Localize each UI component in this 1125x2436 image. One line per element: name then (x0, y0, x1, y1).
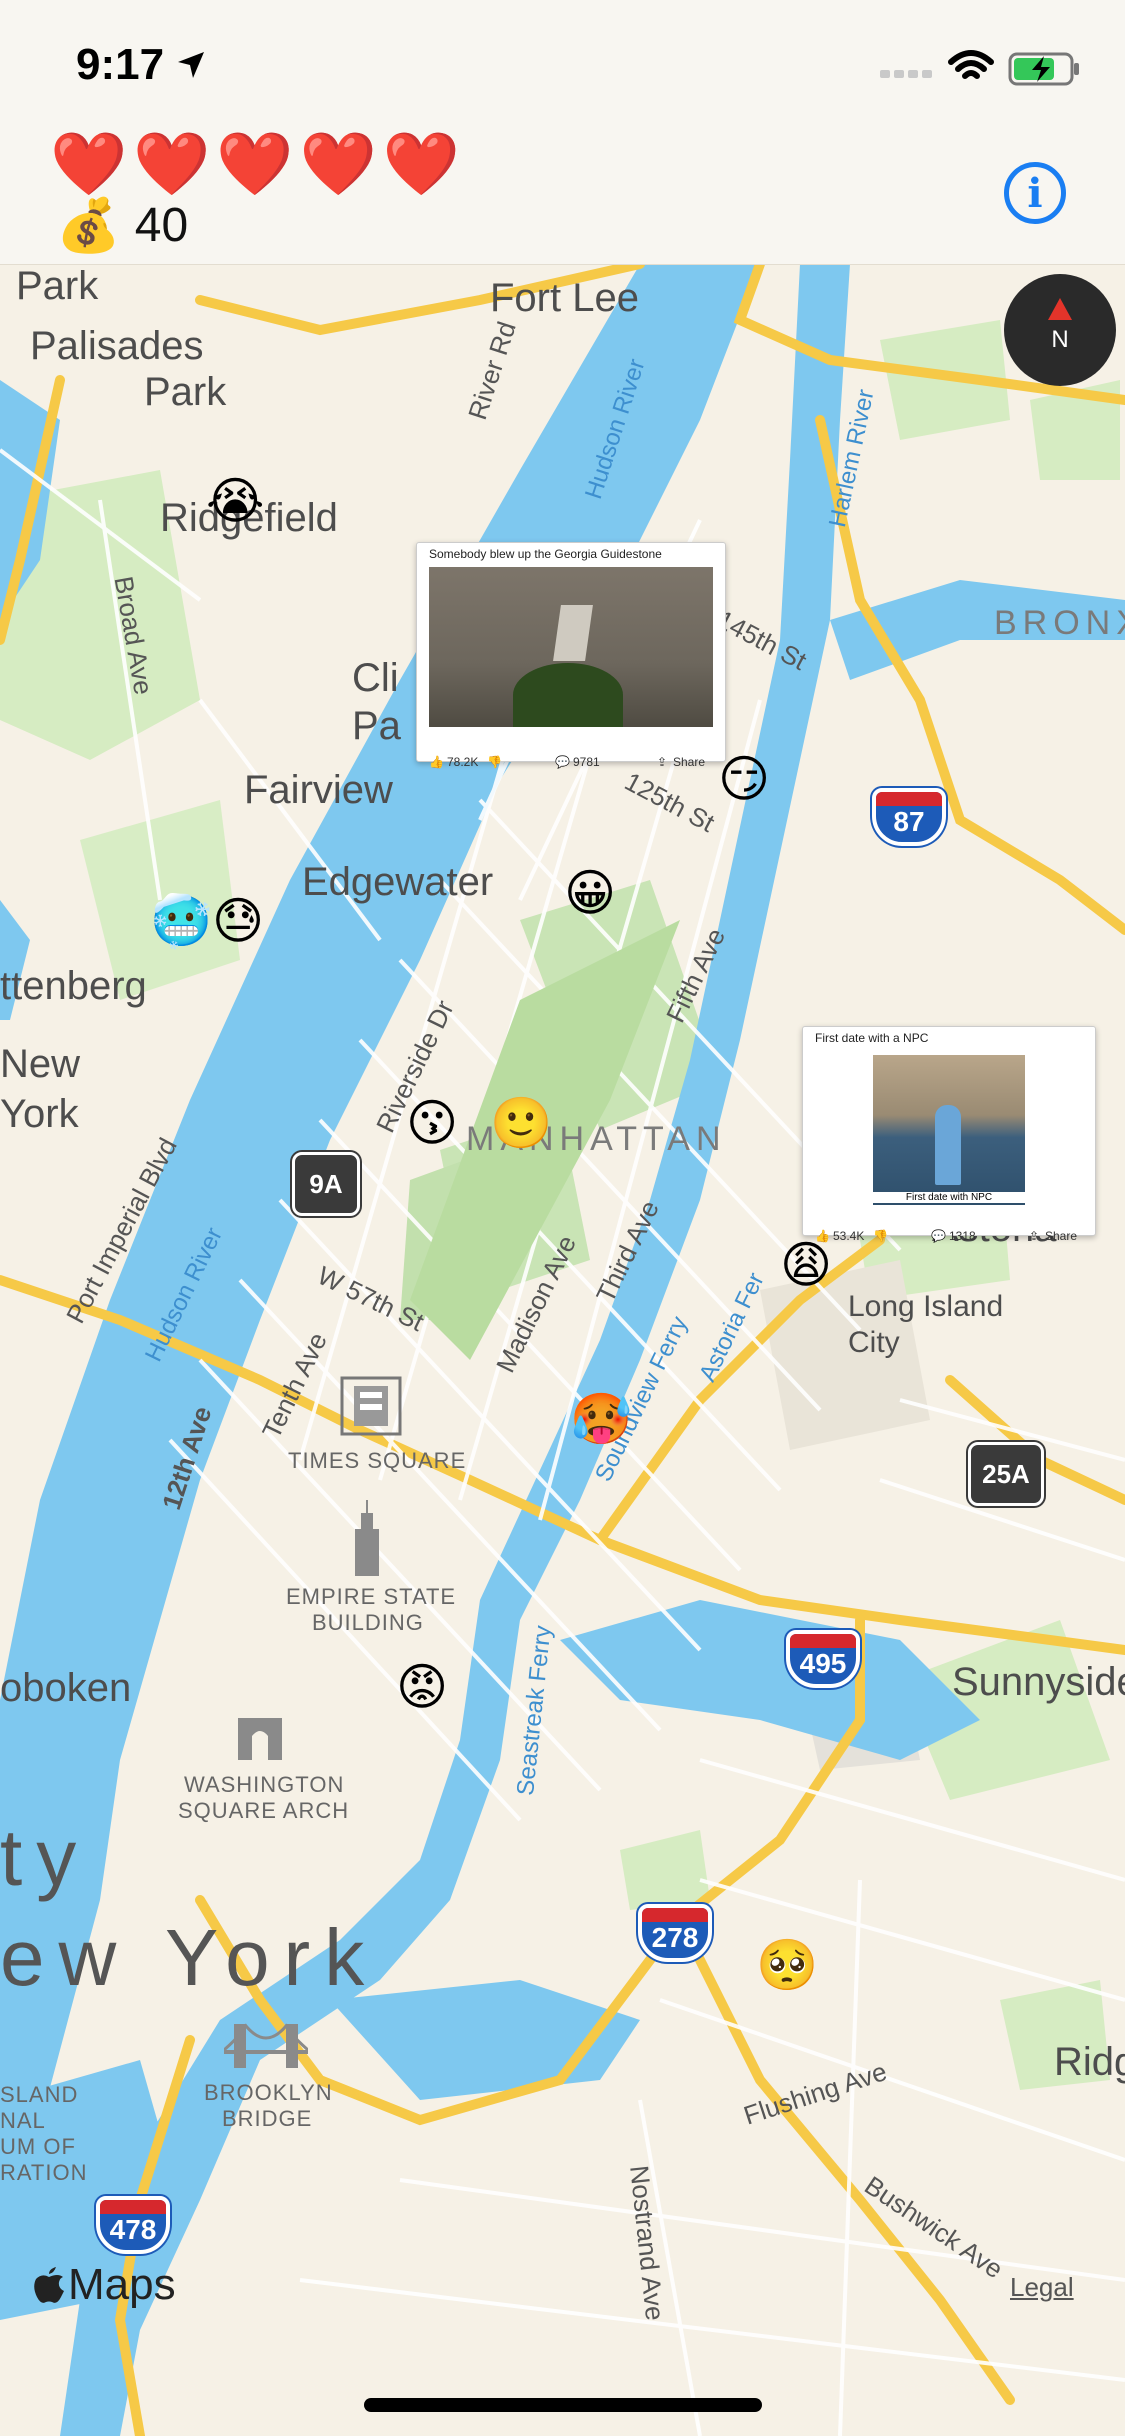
map-label: WASHINGTON (184, 1772, 345, 1797)
battery-charging-icon (1008, 52, 1079, 86)
map-label: UM OF (0, 2134, 76, 2159)
washington-arch-icon (238, 1718, 282, 1760)
emoji-marker[interactable]: 🙂 (490, 1098, 552, 1148)
map-label: Fairview (244, 768, 393, 812)
maps-label: Maps (68, 2260, 176, 2309)
map-label: Cli (352, 656, 399, 700)
emoji-marker[interactable]: 😭 (206, 476, 264, 526)
map-label: BRIDGE (222, 2106, 313, 2131)
comment-icon[interactable]: 💬 (555, 755, 570, 769)
map-label: SLAND (0, 2082, 79, 2107)
dislike-icon[interactable]: 👎 (873, 1229, 888, 1243)
wifi-icon (948, 50, 994, 79)
post-title: First date with a NPC (815, 1031, 929, 1045)
map-label: York (0, 1092, 79, 1136)
map-label: Edgewater (302, 860, 494, 904)
share-button[interactable]: Share (673, 755, 705, 769)
heart-icon: ❤️ (133, 130, 211, 199)
like-count: 53.4K (833, 1229, 865, 1243)
like-icon[interactable]: 👍 (815, 1229, 830, 1243)
status-bar: 9:17 (0, 0, 1125, 130)
share-button[interactable]: Share (1045, 1229, 1077, 1243)
apple-logo-icon (34, 2267, 64, 2303)
interstate-87-shield: 87 (872, 788, 946, 846)
map-label: ew York (0, 1913, 379, 2002)
map-view[interactable]: Park Fort Lee Palisades Park Ridgefield … (0, 264, 1125, 2436)
interstate-278-shield: 278 (638, 1904, 712, 1962)
route-25a-shield: 25A (968, 1442, 1044, 1506)
route-9a-shield: 9A (292, 1152, 360, 1216)
map-label: BROOKLYN (204, 2080, 333, 2105)
post-card[interactable]: Somebody blew up the Georgia Guidestone … (416, 542, 726, 769)
interstate-495-shield: 495 (786, 1630, 860, 1688)
compass-button[interactable]: N (1004, 274, 1116, 386)
map-label: Ridg (1054, 2040, 1125, 2084)
map-label: Palisades (30, 324, 204, 368)
times-square-icon (340, 1376, 402, 1436)
map-label: New (0, 1042, 81, 1086)
home-indicator[interactable] (364, 2398, 762, 2412)
money-counter: 💰 40 (56, 198, 188, 253)
like-count: 78.2K (447, 755, 479, 769)
map-label: EMPIRE STATE (286, 1584, 457, 1609)
map-label: BUILDING (312, 1610, 424, 1635)
emoji-marker[interactable]: 😓 (212, 896, 264, 946)
map-label: Park (144, 370, 227, 414)
map-label: oboken (0, 1666, 132, 1710)
lives-hearts: ❤️ ❤️ ❤️ ❤️ ❤️ (50, 134, 460, 196)
emoji-marker[interactable]: 😀 (564, 868, 616, 918)
emoji-marker[interactable]: 😡 (396, 1662, 448, 1712)
signal-icon (880, 70, 932, 78)
share-icon[interactable]: ⇪ (657, 755, 667, 769)
comment-icon[interactable]: 💬 (931, 1229, 946, 1243)
map-label: SQUARE ARCH (178, 1798, 350, 1823)
map-label: BRONX (994, 604, 1125, 642)
map-label: ttenberg (0, 964, 147, 1008)
map-label: TIMES SQUARE (288, 1448, 467, 1473)
heart-icon: ❤️ (382, 130, 461, 199)
empire-state-icon (355, 1500, 379, 1576)
heart-icon: ❤️ (299, 130, 377, 199)
heart-icon: ❤️ (216, 130, 294, 199)
maps-attribution: Maps (32, 2260, 176, 2310)
post-card[interactable]: First date with a NPC First date with NP… (802, 1026, 1096, 1243)
map-label: RATION (0, 2160, 88, 2185)
emoji-marker[interactable]: 🥵 (570, 1394, 632, 1444)
money-bag-icon: 💰 (56, 196, 121, 255)
emoji-marker[interactable]: 😩 (780, 1240, 832, 1290)
compass-needle-icon (1048, 298, 1072, 320)
map-label: NAL (0, 2108, 46, 2133)
emoji-marker[interactable]: 😗 (406, 1098, 458, 1148)
post-caption: First date with NPC (873, 1192, 1025, 1203)
post-image: First date with NPC (873, 1055, 1025, 1205)
interstate-478-shield: 478 (96, 2196, 170, 2254)
comment-count: 1318 (949, 1229, 976, 1243)
share-icon[interactable]: ⇪ (1029, 1229, 1039, 1243)
heart-icon: ❤️ (50, 130, 128, 199)
money-value: 40 (134, 199, 189, 252)
map-label: ty (0, 1813, 91, 1902)
location-arrow-icon (178, 52, 204, 78)
map-label: Park (16, 264, 99, 308)
emoji-marker[interactable]: 🥶 (150, 896, 212, 946)
brooklyn-bridge-icon (224, 2023, 308, 2068)
comment-count: 9781 (573, 755, 600, 769)
status-time: 9:17 (76, 40, 165, 89)
info-button[interactable]: i (1004, 162, 1066, 224)
like-icon[interactable]: 👍 (429, 755, 444, 769)
emoji-marker[interactable]: 🥺 (756, 1940, 818, 1990)
map-label: Long Island (848, 1290, 1004, 1323)
game-header: ❤️ ❤️ ❤️ ❤️ ❤️ 💰 40 i (0, 130, 1125, 265)
legal-link[interactable]: Legal (1010, 2272, 1074, 2303)
map-label: Sunnyside (952, 1660, 1125, 1704)
emoji-marker[interactable]: 😏 (718, 754, 770, 804)
dislike-icon[interactable]: 👎 (487, 755, 502, 769)
compass-label: N (1051, 326, 1069, 353)
map-label: City (848, 1326, 900, 1359)
post-image (429, 567, 713, 727)
map-label: Fort Lee (490, 276, 639, 320)
map-label: Pa (352, 704, 401, 748)
post-title: Somebody blew up the Georgia Guidestone (429, 547, 662, 561)
